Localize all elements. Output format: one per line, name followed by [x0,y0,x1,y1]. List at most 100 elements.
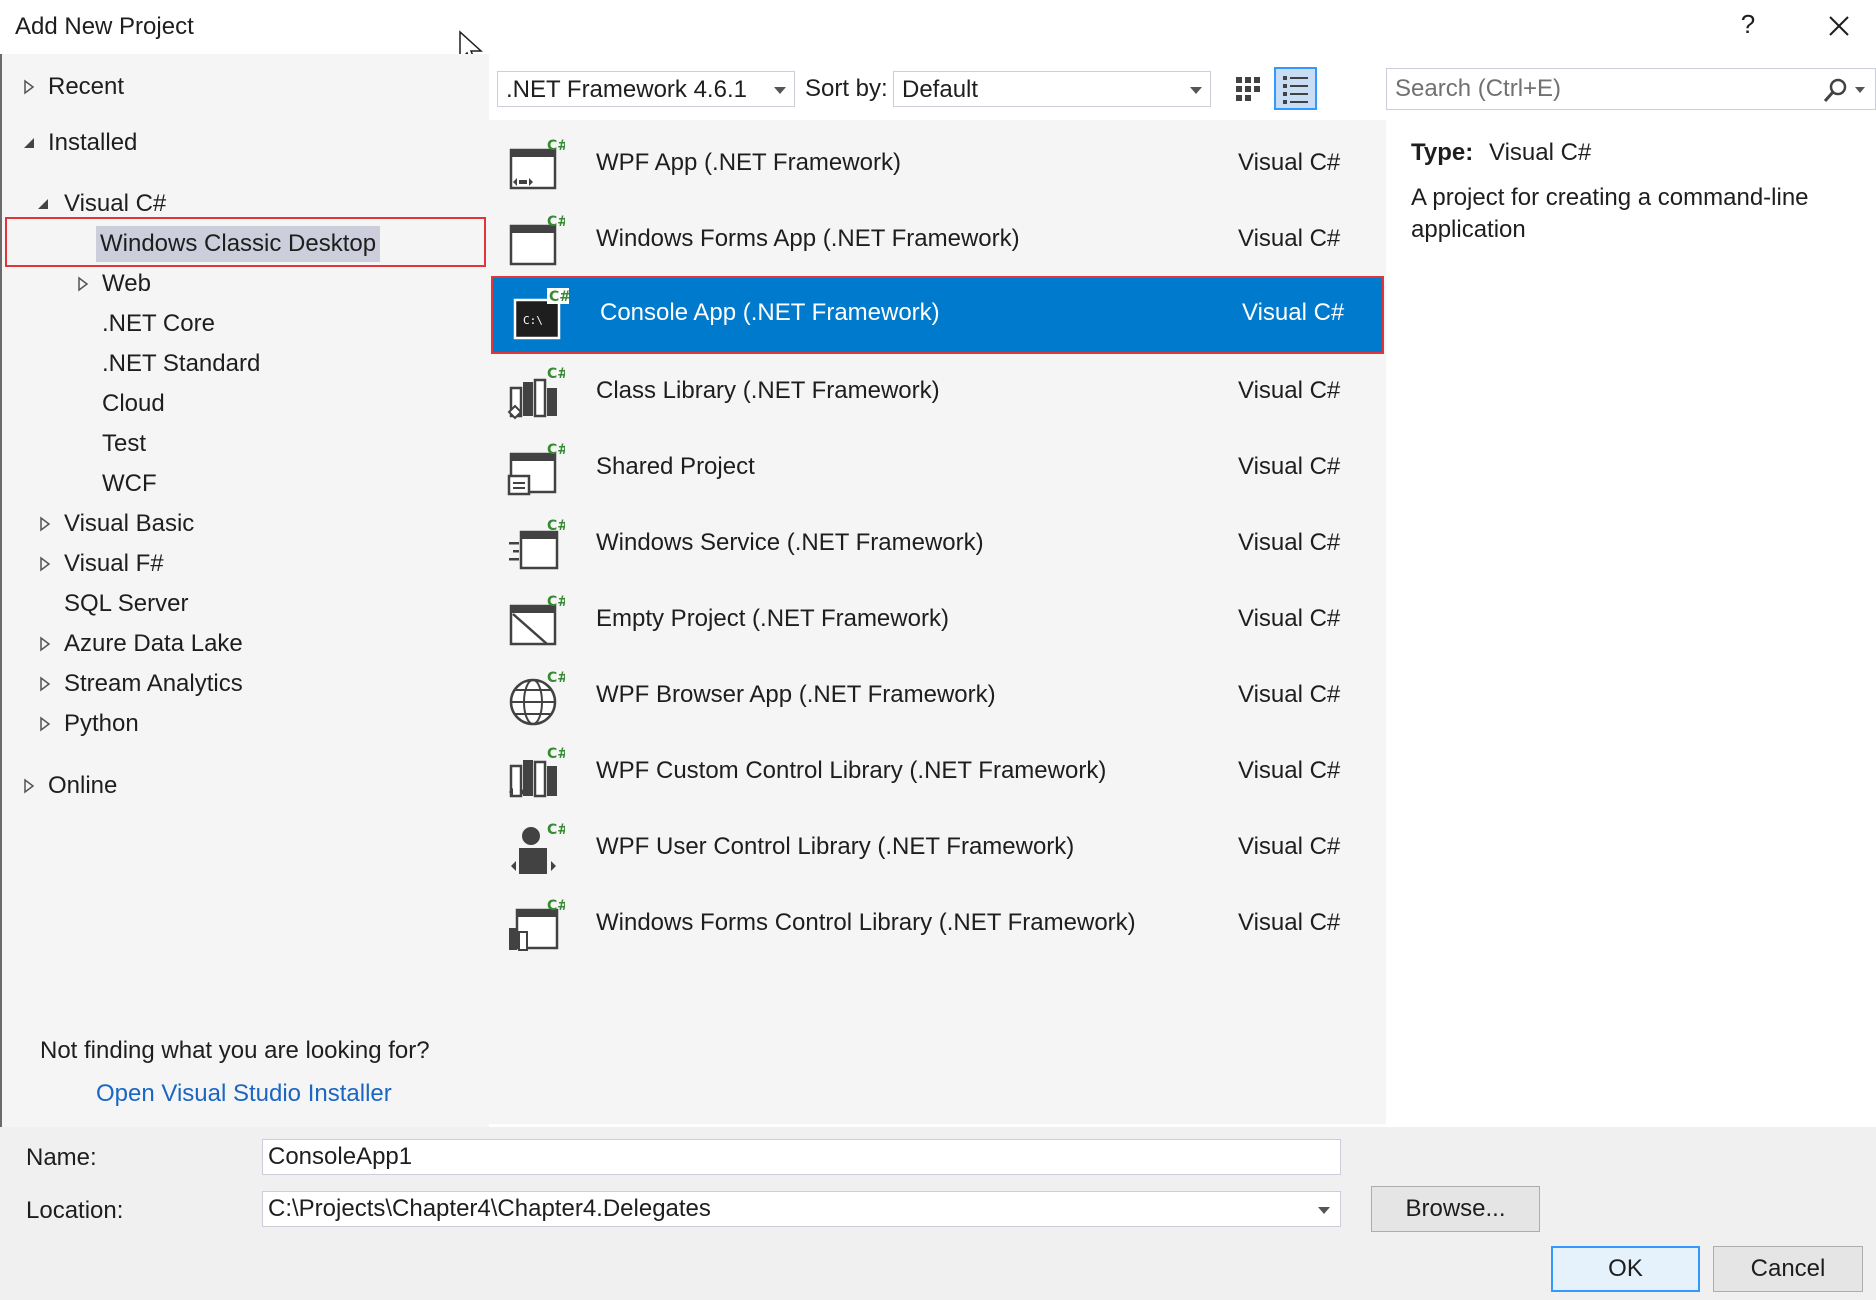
svg-text:C#: C# [547,594,565,610]
project-details-form: Name: Location: Browse... OK Cancel [0,1127,1876,1300]
help-button[interactable]: ? [1733,9,1763,43]
custom-control-library-icon: C# [509,746,565,798]
template-language: Visual C# [1242,299,1345,326]
not-finding-text: Not finding what you are looking for? [40,1037,430,1064]
template-language: Visual C# [1238,149,1341,176]
template-language: Visual C# [1238,757,1341,784]
template-language: Visual C# [1238,833,1341,860]
search-input[interactable] [1395,74,1795,104]
ok-button[interactable]: OK [1551,1246,1700,1292]
list-view-icon [1283,76,1308,104]
browse-button[interactable]: Browse... [1371,1186,1540,1232]
location-label: Location: [26,1197,124,1224]
template-name: Windows Forms App (.NET Framework) [596,225,1020,252]
template-language: Visual C# [1238,225,1341,252]
template-language: Visual C# [1238,681,1341,708]
class-library-icon: C# [507,366,565,420]
expand-arrow-icon [40,636,51,652]
sort-by-label: Sort by: [805,75,888,102]
svg-text:C#: C# [547,746,565,762]
name-field[interactable] [262,1139,1341,1175]
template-name: Class Library (.NET Framework) [596,377,940,404]
expand-arrow-icon [40,716,51,732]
template-language: Visual C# [1238,909,1341,936]
type-value: Visual C# [1489,139,1592,166]
svg-text:C#: C# [547,366,565,382]
wpf-app-icon: C# [509,138,565,190]
category-tree-pane: Recent Installed Visual C# Windows Class… [0,54,489,1127]
user-control-library-icon: C# [511,822,565,874]
search-icon[interactable] [1821,77,1849,105]
framework-dropdown[interactable]: .NET Framework 4.6.1 [497,71,795,107]
expand-arrow-icon [40,676,51,692]
template-item-class-library[interactable]: C# Class Library (.NET Framework) Visual… [489,356,1386,432]
template-item-wpf-user-control-library[interactable]: C# WPF User Control Library (.NET Framew… [489,812,1386,888]
description-pane: Type: Visual C# A project for creating a… [1386,120,1876,1124]
open-installer-link[interactable]: Open Visual Studio Installer [96,1080,392,1108]
template-list: C# WPF App (.NET Framework) Visual C# C#… [489,120,1386,1124]
template-item-windows-forms-control-library[interactable]: C# Windows Forms Control Library (.NET F… [489,888,1386,964]
location-input[interactable] [268,1195,1292,1223]
chevron-down-icon [774,87,786,94]
template-item-console-app[interactable]: C:\ C# Console App (.NET Framework) Visu… [491,276,1384,354]
svg-text:C#: C# [547,442,565,458]
template-language: Visual C# [1238,453,1341,480]
expand-arrow-icon [24,79,35,95]
svg-text:C#: C# [547,214,565,230]
collapse-arrow-icon [24,138,34,148]
list-view-button[interactable] [1274,67,1317,110]
windows-service-icon: C# [509,518,565,570]
template-name: WPF Custom Control Library (.NET Framewo… [596,757,1107,784]
svg-text:C#: C# [549,289,569,305]
expand-arrow-icon [78,276,89,292]
chevron-down-icon [1190,87,1202,94]
template-language: Visual C# [1238,605,1341,632]
collapse-arrow-icon [38,199,48,209]
template-item-empty-project[interactable]: C# Empty Project (.NET Framework) Visual… [489,584,1386,660]
template-item-windows-forms-app[interactable]: C# Windows Forms App (.NET Framework) Vi… [489,204,1386,280]
svg-text:C#: C# [547,670,565,686]
svg-text:C#: C# [547,822,565,838]
name-label: Name: [26,1144,97,1171]
svg-text:C#: C# [547,898,565,914]
empty-project-icon: C# [509,594,565,646]
shared-project-icon: C# [507,442,565,496]
template-language: Visual C# [1238,529,1341,556]
window-title: Add New Project [15,13,194,40]
template-name: WPF Browser App (.NET Framework) [596,681,996,708]
name-input[interactable] [268,1143,1292,1171]
svg-text:C#: C# [547,138,565,154]
title-bar: Add New Project ? [0,0,1876,54]
location-field[interactable] [262,1191,1341,1227]
close-icon [1829,16,1849,36]
svg-text:C#: C# [547,518,565,534]
template-description: A project for creating a command-line ap… [1411,184,1809,243]
template-name: Shared Project [596,453,755,480]
template-name: WPF App (.NET Framework) [596,149,901,176]
search-box[interactable] [1386,68,1876,110]
template-name: Empty Project (.NET Framework) [596,605,949,632]
cancel-button[interactable]: Cancel [1713,1246,1863,1292]
expand-arrow-icon [24,778,35,794]
template-item-windows-service[interactable]: C# Windows Service (.NET Framework) Visu… [489,508,1386,584]
template-name: Windows Forms Control Library (.NET Fram… [596,909,1136,936]
console-app-icon: C:\ C# [513,288,569,340]
chevron-down-icon[interactable] [1318,1207,1330,1214]
windows-forms-icon: C# [509,214,565,266]
template-item-wpf-browser-app[interactable]: C# WPF Browser App (.NET Framework) Visu… [489,660,1386,736]
selection-highlight-box [5,217,486,267]
type-label: Type: [1411,139,1474,166]
close-button[interactable] [1818,9,1858,45]
template-item-shared-project[interactable]: C# Shared Project Visual C# [489,432,1386,508]
template-language: Visual C# [1238,377,1341,404]
svg-text:C:\: C:\ [523,314,543,327]
template-name: WPF User Control Library (.NET Framework… [596,833,1075,860]
sort-dropdown[interactable]: Default [893,71,1211,107]
forms-control-library-icon: C# [509,898,565,951]
chevron-down-icon[interactable] [1855,87,1865,93]
template-name: Console App (.NET Framework) [600,299,940,326]
expand-arrow-icon [40,556,51,572]
grid-view-icon[interactable] [1230,70,1264,106]
template-item-wpf-custom-control-library[interactable]: C# WPF Custom Control Library (.NET Fram… [489,736,1386,812]
template-item-wpf-app[interactable]: C# WPF App (.NET Framework) Visual C# [489,128,1386,204]
